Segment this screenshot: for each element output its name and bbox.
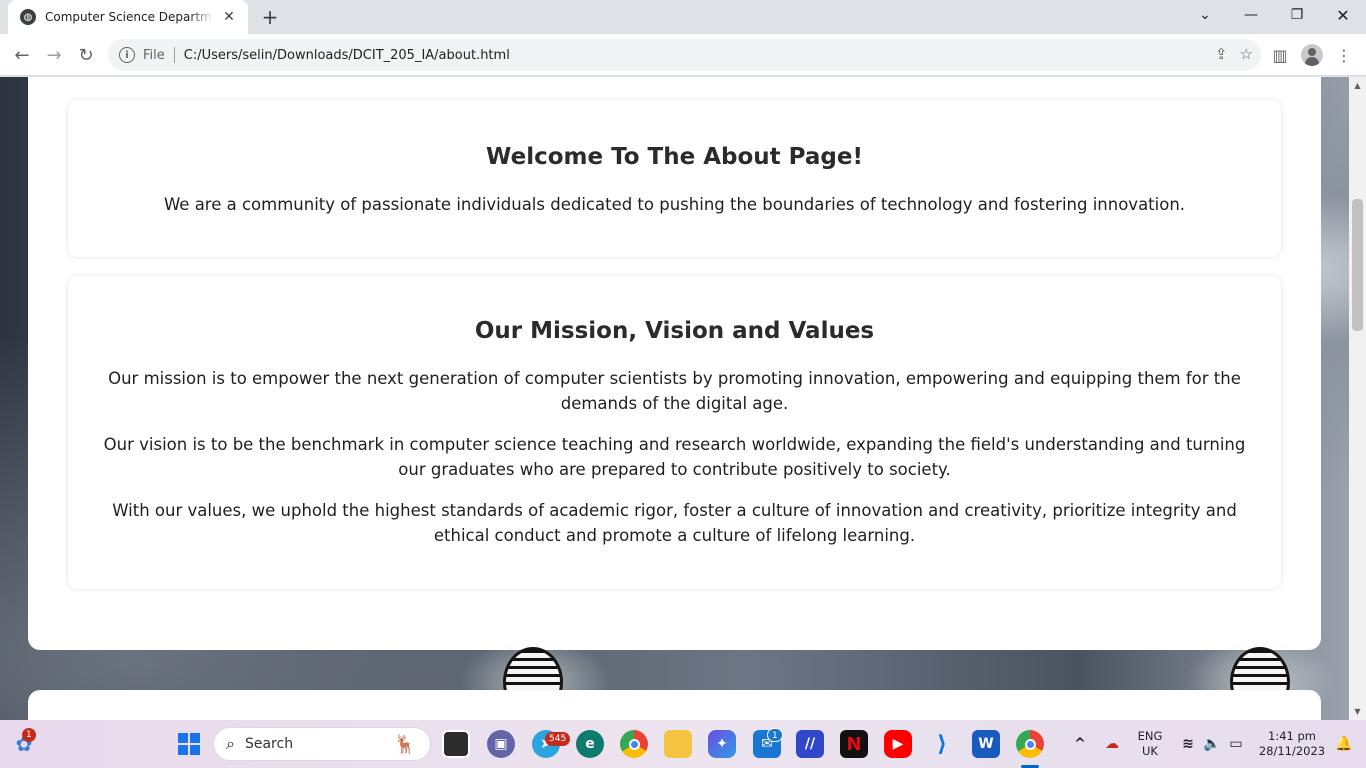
windows-taskbar: ✿ 1 ⌕ Search 🦌 ▣ ➤ 545 e ✦ ✉ 1 // N ▶ ⟩ … [0, 720, 1366, 768]
task-view-icon[interactable] [442, 730, 470, 758]
share-icon[interactable]: ⇪ [1215, 45, 1228, 63]
search-label: Search [244, 736, 294, 752]
url-text[interactable]: C:/Users/selin/Downloads/DCIT_205_IA/abo… [184, 48, 510, 63]
new-tab-button[interactable]: + [258, 5, 282, 29]
mvv-heading: Our Mission, Vision and Values [474, 318, 875, 344]
avatar-icon [1301, 44, 1323, 66]
lang-primary: ENG [1137, 729, 1163, 743]
browser-toolbar: ← → ↻ i File C:/Users/selin/Downloads/DC… [0, 34, 1366, 76]
about-container: Welcome To The About Page! We are a comm… [28, 77, 1321, 650]
word-icon[interactable]: W [972, 730, 1000, 758]
close-window-button[interactable]: ✕ [1320, 0, 1366, 30]
bookmark-star-icon[interactable]: ☆ [1240, 45, 1253, 63]
app-icon[interactable]: // [796, 730, 824, 758]
forward-button[interactable]: → [40, 41, 68, 69]
notifications-icon[interactable]: 🔔 [1330, 730, 1358, 758]
tab-search-icon[interactable]: ⌄ [1182, 0, 1228, 30]
netflix-icon[interactable]: N [840, 730, 868, 758]
page-viewport: Welcome To The About Page! We are a comm… [0, 77, 1349, 720]
cloud-error-icon[interactable]: ☁ [1098, 730, 1126, 758]
clock-date: 28/11/2023 [1258, 744, 1326, 758]
side-panel-icon[interactable]: ▥ [1266, 41, 1294, 69]
deer-search-highlight-icon: 🦌 [393, 734, 416, 755]
back-button[interactable]: ← [8, 41, 36, 69]
values-text: With our values, we uphold the highest s… [112, 501, 1237, 545]
file-explorer-icon[interactable] [664, 730, 692, 758]
teams-chat-icon[interactable]: ▣ [487, 730, 515, 758]
mission-vision-values-section: Our Mission, Vision and Values Our missi… [68, 276, 1281, 589]
close-tab-icon[interactable]: ✕ [220, 8, 238, 26]
chrome-active-icon[interactable] [1016, 730, 1044, 758]
scroll-up-arrow-icon[interactable]: ▲ [1349, 77, 1366, 94]
taskbar-search-box[interactable]: ⌕ Search 🦌 [213, 727, 431, 761]
omnibox-divider [173, 47, 175, 63]
restore-button[interactable]: ❐ [1274, 0, 1320, 30]
vision-text: Our vision is to be the benchmark in com… [103, 435, 1246, 479]
minimize-button[interactable]: — [1228, 0, 1274, 30]
lang-secondary: UK [1142, 744, 1158, 758]
widgets-badge: 1 [22, 728, 36, 742]
scroll-thumb[interactable] [1352, 199, 1363, 331]
info-icon[interactable]: i [119, 47, 135, 63]
copilot-icon[interactable]: ✦ [708, 730, 736, 758]
welcome-section: Welcome To The About Page! We are a comm… [68, 100, 1281, 257]
welcome-text: We are a community of passionate individ… [163, 195, 1186, 214]
vertical-scrollbar[interactable]: ▲ ▼ [1349, 77, 1366, 720]
address-bar[interactable]: i File C:/Users/selin/Downloads/DCIT_205… [108, 39, 1261, 71]
tab-strip: ◍ Computer Science Department - About ✕ … [0, 0, 1366, 34]
edge-icon[interactable]: e [576, 730, 604, 758]
chrome-icon[interactable] [620, 730, 648, 758]
clock-time: 1:41 pm [1268, 729, 1316, 743]
show-hidden-icons-chevron[interactable]: ^ [1066, 730, 1094, 758]
browser-tab[interactable]: ◍ Computer Science Department - About ✕ [8, 0, 248, 34]
youtube-icon[interactable]: ▶ [884, 730, 912, 758]
search-icon: ⌕ [226, 734, 235, 753]
mission-text: Our mission is to empower the next gener… [108, 369, 1241, 413]
reload-button[interactable]: ↻ [72, 41, 100, 69]
telegram-badge: 545 [545, 732, 571, 746]
start-windows-icon[interactable] [175, 730, 203, 758]
scroll-down-arrow-icon[interactable]: ▼ [1349, 703, 1366, 720]
tab-title: Computer Science Department - About [45, 10, 214, 24]
vscode-icon[interactable]: ⟩ [928, 730, 956, 758]
menu-icon[interactable]: ⋮ [1330, 41, 1358, 69]
mail-badge: 1 [767, 728, 783, 742]
scheme-label: File [143, 47, 165, 63]
profile-button[interactable] [1298, 41, 1326, 69]
battery-icon[interactable]: ▭ [1222, 730, 1250, 758]
language-indicator[interactable]: ENG UK [1133, 729, 1167, 759]
clock[interactable]: 1:41 pm 28/11/2023 [1254, 729, 1330, 759]
welcome-heading: Welcome To The About Page! [486, 144, 863, 170]
globe-icon: ◍ [20, 9, 36, 25]
next-section-card [28, 690, 1321, 720]
